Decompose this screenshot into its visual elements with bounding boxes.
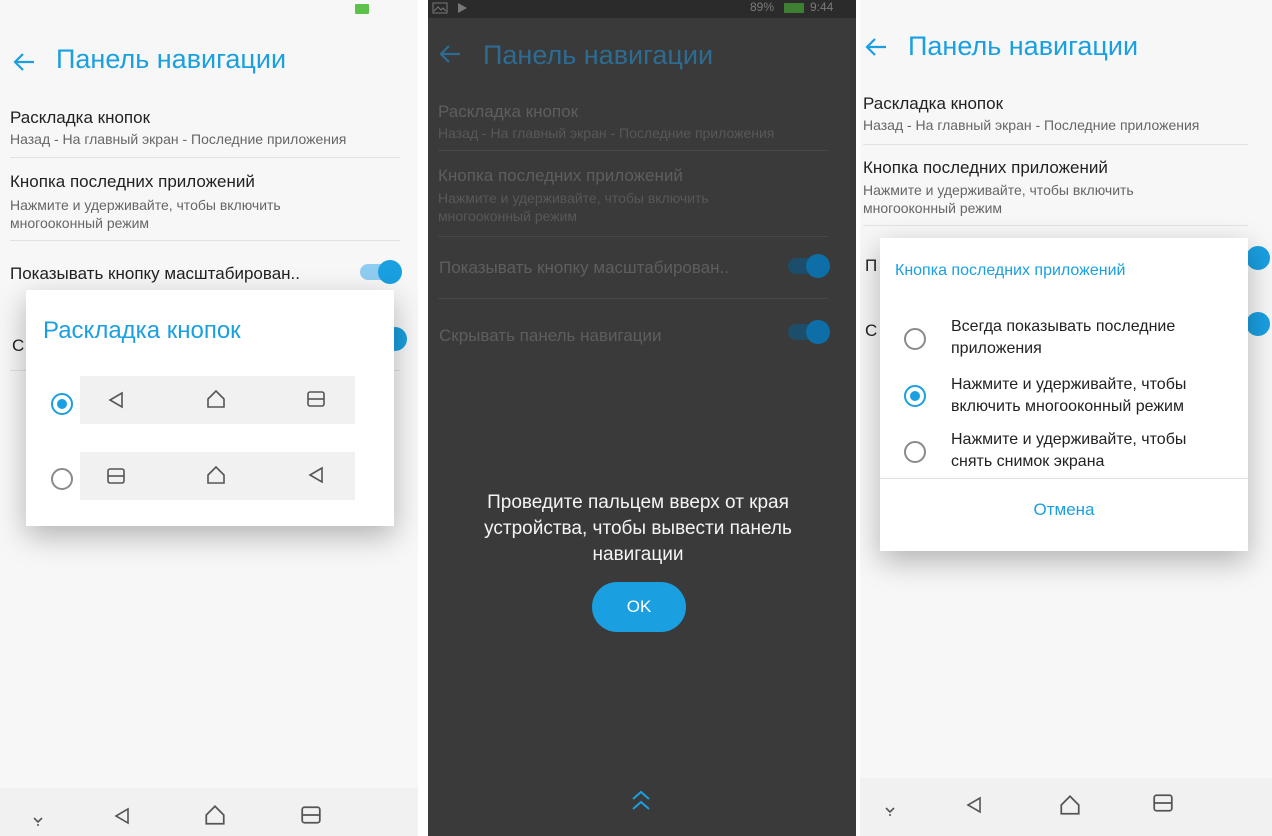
screen-button-layout-dialog: Панель навигации Раскладка кнопок Назад …: [0, 0, 418, 836]
setting-value: Нажмите и удерживайте, чтобы включить мн…: [10, 197, 281, 231]
cancel-button[interactable]: Отмена: [880, 500, 1248, 520]
setting-title: Раскладка кнопок: [863, 94, 1004, 113]
screen-recent-button-dialog: Панель навигации Раскладка кнопок Назад …: [860, 0, 1272, 836]
back-arrow-icon: [439, 45, 460, 63]
divider: [438, 298, 828, 299]
setting-show-zoom-label: Показывать кнопку масштабирован..: [10, 264, 300, 283]
keyboard-hide-icon[interactable]: [882, 802, 898, 818]
back-icon[interactable]: [112, 806, 132, 826]
button-layout-dialog: Раскладка кнопок: [26, 290, 394, 526]
system-navbar: [860, 778, 1272, 836]
keyboard-hide-icon[interactable]: [30, 812, 46, 828]
divider: [10, 240, 400, 241]
home-icon: [207, 465, 225, 484]
play-store-icon: [458, 3, 467, 13]
page-title: Панель навигации: [56, 44, 287, 74]
setting-title: Кнопка последних приложений: [10, 172, 255, 191]
setting-recent-button[interactable]: Кнопка последних приложений Нажмите и уд…: [863, 158, 1193, 217]
divider: [438, 236, 828, 237]
hide-navbar-toggle: [788, 320, 830, 344]
show-zoom-toggle[interactable]: [360, 260, 402, 284]
back-arrow-icon[interactable]: [10, 48, 38, 83]
divider: [438, 150, 828, 151]
home-icon: [207, 389, 225, 408]
setting-hide-navbar-label: Скрывать панель навигации: [439, 326, 662, 345]
setting-title: Раскладка кнопок: [10, 108, 151, 127]
status-bar: 89% 9:44: [428, 0, 856, 18]
peek-letter: С: [12, 336, 25, 355]
home-icon[interactable]: [203, 803, 227, 827]
back-icon: [308, 466, 323, 484]
back-icon[interactable]: [964, 795, 984, 815]
ok-button[interactable]: OK: [592, 582, 686, 632]
setting-value: Назад - На главный экран - Последние при…: [438, 125, 775, 141]
divider: [880, 478, 1248, 479]
clock: 9:44: [810, 0, 834, 14]
hide-navbar-toggle-knob[interactable]: [1246, 312, 1270, 336]
setting-value: Нажмите и удерживайте, чтобы включить мн…: [863, 182, 1134, 216]
option-screenshot-label[interactable]: Нажмите и удерживайте, чтобы снять снимо…: [951, 429, 1231, 473]
show-zoom-toggle-knob[interactable]: [1246, 246, 1270, 270]
swipe-up-icon[interactable]: [628, 786, 654, 816]
setting-title: Кнопка последних приложений: [863, 158, 1108, 177]
recents-icon: [307, 391, 325, 407]
back-arrow-icon[interactable]: [862, 33, 890, 61]
setting-title: Кнопка последних приложений: [438, 166, 683, 185]
divider: [863, 225, 1248, 226]
layout-option-2[interactable]: [80, 452, 355, 500]
system-navbar: [0, 788, 418, 836]
option-multiwindow-label[interactable]: Нажмите и удерживайте, чтобы включить мн…: [951, 374, 1231, 418]
divider: [10, 157, 400, 158]
setting-button-layout[interactable]: Раскладка кнопок Назад - На главный экра…: [10, 108, 400, 148]
divider: [863, 144, 1248, 145]
peek-letter: П: [865, 256, 878, 275]
show-zoom-toggle: [788, 254, 830, 278]
layout-option-2-radio[interactable]: [51, 468, 73, 490]
setting-show-zoom-label: Показывать кнопку масштабирован..: [439, 258, 729, 277]
setting-recent-button: Кнопка последних приложений Нажмите и уд…: [438, 166, 768, 225]
setting-value: Назад - На главный экран - Последние при…: [863, 117, 1200, 133]
option-screenshot-radio[interactable]: [904, 441, 926, 463]
battery-icon: [355, 4, 369, 14]
recents-icon[interactable]: [1152, 792, 1174, 814]
option-always-show-label[interactable]: Всегда показывать последние приложения: [951, 316, 1231, 360]
recent-button-dialog: Кнопка последних приложений Всегда показ…: [880, 238, 1248, 551]
recents-icon: [107, 468, 125, 484]
dialog-title: Раскладка кнопок: [43, 317, 241, 344]
setting-recent-button[interactable]: Кнопка последних приложений Нажмите и уд…: [10, 172, 350, 232]
setting-button-layout[interactable]: Раскладка кнопок Назад - На главный экра…: [863, 94, 1263, 134]
peek-letter: С: [865, 321, 878, 340]
option-always-show-radio[interactable]: [904, 328, 926, 350]
setting-title: Раскладка кнопок: [438, 102, 579, 121]
battery-percent: 89%: [750, 0, 775, 14]
page-title: Панель навигации: [483, 40, 714, 70]
gallery-icon: [432, 2, 448, 14]
screen-hide-navbar-overlay: 89% 9:44 Панель навигации Раскладка кноп…: [428, 0, 856, 836]
dialog-title: Кнопка последних приложений: [895, 262, 1126, 279]
setting-value: Нажмите и удерживайте, чтобы включить мн…: [438, 190, 709, 224]
battery-icon: [784, 3, 804, 13]
option-multiwindow-radio[interactable]: [904, 385, 926, 407]
overlay-message: Проведите пальцем вверх от края устройст…: [484, 492, 792, 565]
home-icon[interactable]: [1058, 793, 1082, 817]
setting-button-layout: Раскладка кнопок Назад - На главный экра…: [438, 102, 838, 142]
page-title: Панель навигации: [908, 31, 1139, 61]
setting-value: Назад - На главный экран - Последние при…: [10, 131, 347, 147]
layout-option-1[interactable]: [80, 376, 355, 424]
recents-icon[interactable]: [300, 804, 322, 826]
layout-option-1-radio[interactable]: [51, 393, 73, 415]
back-icon: [108, 391, 123, 409]
